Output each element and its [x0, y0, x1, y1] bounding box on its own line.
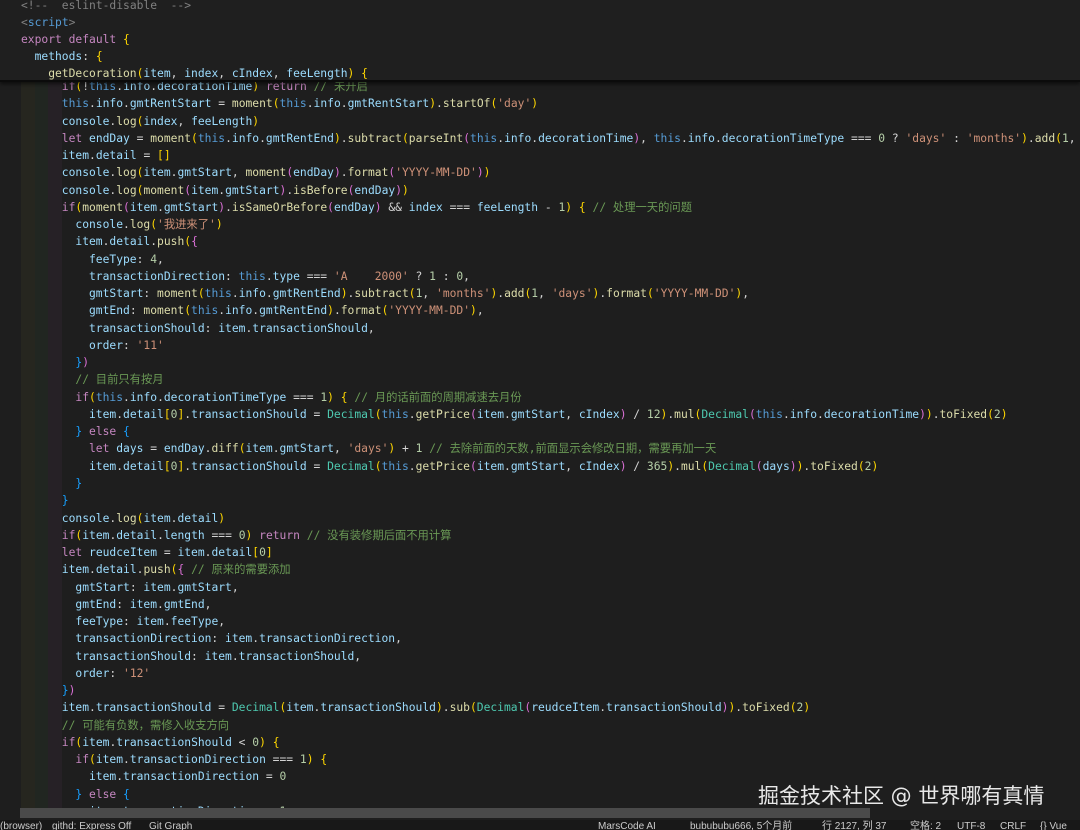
code-line: transactionDirection: this.type === 'A 2… [89, 269, 470, 283]
code-line: gmtStart: item.gmtStart, [75, 580, 239, 594]
status-encoding[interactable]: UTF-8 [957, 820, 985, 830]
code-line: if(moment(item.gmtStart).isSameOrBefore(… [61, 200, 692, 214]
code-line: console.log(index, feeLength) [61, 114, 260, 128]
code-line: console.log(item.detail) [61, 511, 226, 525]
code-line: transactionShould: item.transactionShoul… [89, 321, 375, 335]
code-line: export default { [21, 33, 130, 46]
watermark: 掘金技术社区 @ 世界哪有真情 [758, 784, 1045, 808]
code-line: this.info.gmtRentStart = moment(this.inf… [61, 97, 539, 111]
code-line: if(this.info.decorationTimeType === 1) {… [75, 390, 522, 404]
status-eol[interactable]: CRLF [1000, 820, 1026, 830]
code-line: if(item.transactionShould < 0) { [61, 735, 280, 749]
indent-guide [48, 80, 62, 810]
code-line: <script> [21, 16, 76, 29]
code-line: let days = endDay.diff(item.gmtStart, 'd… [89, 442, 717, 456]
code-line: item.transactionShould = Decimal(item.tr… [61, 701, 811, 715]
code-line: console.log('我进来了') [75, 218, 223, 232]
indent-guide [21, 80, 35, 810]
code-line: transactionDirection: item.transactionDi… [75, 632, 402, 646]
code-line: feeType: 4, [89, 252, 164, 266]
status-git-blame[interactable]: bubububu666, 5个月前 [690, 820, 792, 830]
code-line: gmtEnd: item.gmtEnd, [75, 597, 212, 611]
code-line: }) [61, 684, 76, 698]
code-line: methods: { [34, 50, 103, 63]
code-line: let endDay = moment(this.info.gmtRentEnd… [61, 131, 1076, 145]
code-line: } else { [75, 787, 130, 801]
code-line: if(item.transactionDirection === 1) { [75, 753, 328, 767]
status-git-graph[interactable]: Git Graph [149, 820, 192, 830]
code-line: if(item.detail.length === 0) return // 没… [61, 528, 452, 542]
status-cursor-position[interactable]: 行 2127, 列 37 [822, 820, 886, 830]
indent-guide [34, 80, 49, 810]
code-line: item.detail.push({ [75, 235, 198, 249]
code-line: order: '12' [75, 666, 151, 680]
code-line: // 目前只有按月 [75, 373, 164, 387]
code-line: } [61, 494, 69, 508]
code-line: } [75, 476, 83, 490]
code-line: feeType: item.feeType, [75, 615, 226, 629]
code-line: transactionShould: item.transactionShoul… [75, 649, 362, 663]
code-line: gmtEnd: moment(this.info.gmtRentEnd).for… [89, 304, 484, 318]
code-line: } else { [75, 425, 130, 439]
status-marscode[interactable]: MarsCode AI [598, 820, 656, 830]
sticky-scroll-header[interactable]: <!-- eslint-disable --> <script> export de… [0, 0, 1080, 82]
code-line: getDecoration(item, index, cIndex, feeLe… [48, 67, 368, 80]
code-line: item.transactionDirection = 0 [89, 770, 287, 784]
code-line: // 可能有负数，需修入收支方向 [61, 718, 230, 732]
code-line: }) [75, 356, 90, 370]
code-line: gmtStart: moment(this.info.gmtRentEnd).s… [89, 287, 750, 301]
status-bar: (browser) githd: Express Off Git Graph M… [0, 820, 1080, 830]
code-line: item.detail = [] [61, 149, 171, 163]
status-indentation[interactable]: 空格: 2 [910, 820, 941, 830]
code-line: order: '11' [89, 338, 164, 352]
code-line: item.detail.push({ // 原来的需要添加 [61, 563, 291, 577]
horizontal-scrollbar[interactable] [20, 808, 870, 818]
status-githd[interactable]: githd: Express Off [52, 820, 131, 830]
status-browser[interactable]: (browser) [0, 820, 42, 830]
code-line: item.detail[0].transactionShould = Decim… [89, 459, 879, 473]
status-language[interactable]: {} Vue [1040, 820, 1067, 830]
code-line: <!-- eslint-disable --> [21, 0, 192, 12]
code-line: item.detail[0].transactionShould = Decim… [89, 407, 1008, 421]
code-line: console.log(item.gmtStart, moment(endDay… [61, 166, 491, 180]
code-line: let reudceItem = item.detail[0] [61, 546, 273, 560]
code-editor[interactable]: if(!this.info.decorationTime) return // … [0, 0, 1080, 820]
code-line: console.log(moment(item.gmtStart).isBefo… [61, 183, 409, 197]
